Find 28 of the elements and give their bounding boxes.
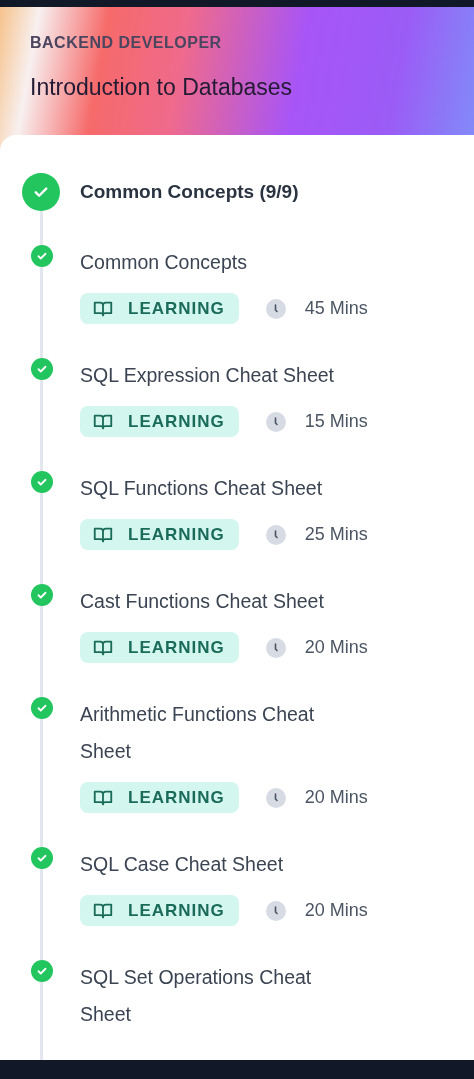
- lesson-title[interactable]: Arithmetic Functions Cheat Sheet: [80, 696, 352, 770]
- clock-icon: [265, 637, 286, 658]
- section-title[interactable]: Common Concepts (9/9): [80, 181, 299, 203]
- learning-badge: LEARNING: [80, 293, 239, 324]
- clock-icon: [265, 524, 286, 545]
- lesson-title[interactable]: SQL Expression Cheat Sheet: [80, 357, 352, 394]
- learning-badge: LEARNING: [80, 519, 239, 550]
- duration-text: 45 Mins: [304, 298, 368, 319]
- learning-badge: LEARNING: [80, 895, 239, 926]
- course-title: Introduction to Databases: [30, 74, 294, 101]
- clock-icon: [265, 787, 286, 808]
- track-label: BACKEND DEVELOPER: [30, 34, 223, 52]
- clock-icon: [265, 411, 286, 432]
- lesson-title[interactable]: SQL Case Cheat Sheet: [80, 846, 352, 883]
- clock-icon: [265, 900, 286, 921]
- duration-text: 15 Mins: [304, 411, 368, 432]
- lesson-title[interactable]: SQL Set Operations Cheat Sheet: [80, 959, 352, 1033]
- lesson-title[interactable]: Common Concepts: [80, 244, 352, 281]
- learning-badge: LEARNING: [80, 632, 239, 663]
- learning-badge: LEARNING: [80, 406, 239, 437]
- duration-text: 20 Mins: [304, 637, 368, 658]
- lesson-title[interactable]: SQL Functions Cheat Sheet: [80, 470, 352, 507]
- lesson-title[interactable]: Cast Functions Cheat Sheet: [80, 583, 352, 620]
- duration-text: 20 Mins: [304, 787, 368, 808]
- duration-text: 20 Mins: [304, 900, 368, 921]
- clock-icon: [265, 298, 286, 319]
- duration-text: 25 Mins: [304, 524, 368, 545]
- learning-badge: LEARNING: [80, 782, 239, 813]
